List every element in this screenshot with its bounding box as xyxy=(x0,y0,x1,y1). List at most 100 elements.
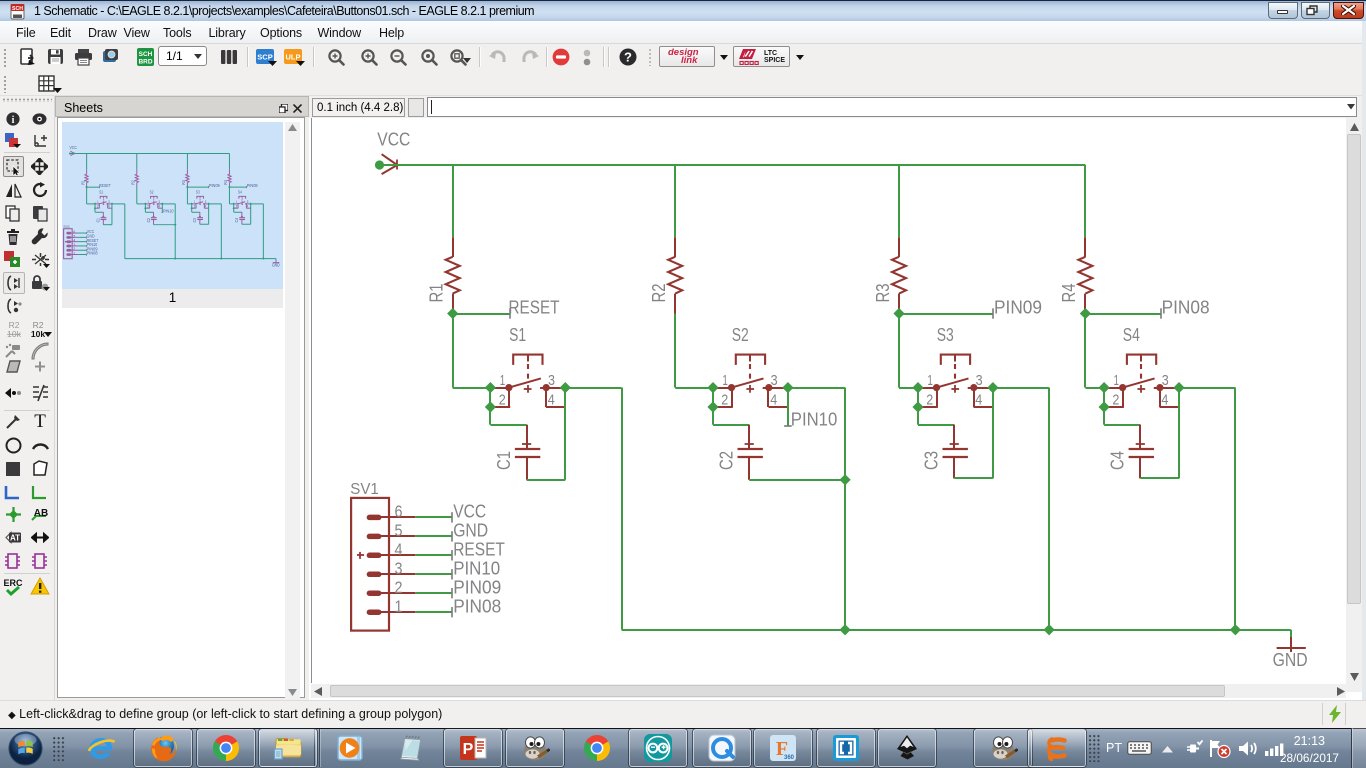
svg-text:R3: R3 xyxy=(872,284,893,303)
svg-text:2: 2 xyxy=(395,578,403,597)
svg-text:R4: R4 xyxy=(223,179,228,184)
svg-text:VCC: VCC xyxy=(377,128,410,149)
svg-text:S1: S1 xyxy=(99,189,103,194)
svg-text:C4: C4 xyxy=(234,217,239,222)
svg-text:R1: R1 xyxy=(80,179,85,184)
svg-text:3: 3 xyxy=(1162,373,1169,389)
svg-text:S1: S1 xyxy=(509,324,526,345)
svg-text:PIN08: PIN08 xyxy=(453,596,501,617)
svg-text:6: 6 xyxy=(73,230,75,234)
svg-text:PIN10: PIN10 xyxy=(791,408,838,429)
svg-text:5: 5 xyxy=(73,234,75,238)
svg-text:PIN10: PIN10 xyxy=(163,208,174,213)
svg-text:4: 4 xyxy=(108,204,110,208)
svg-text:4: 4 xyxy=(1161,392,1168,408)
svg-text:SV1: SV1 xyxy=(63,224,69,228)
svg-text:RESET: RESET xyxy=(99,183,111,188)
svg-text:GND: GND xyxy=(272,262,280,267)
svg-text:2: 2 xyxy=(194,204,196,208)
svg-text:PIN10: PIN10 xyxy=(87,242,98,247)
svg-text:S3: S3 xyxy=(937,324,954,345)
svg-text:SCP: SCP xyxy=(257,53,272,62)
svg-text:S4: S4 xyxy=(1123,324,1140,345)
svg-text:PIN08: PIN08 xyxy=(87,250,98,255)
svg-text:T: T xyxy=(34,411,46,429)
svg-text:2: 2 xyxy=(73,247,75,251)
svg-text:4: 4 xyxy=(247,204,249,208)
svg-text:1: 1 xyxy=(927,373,933,389)
svg-text:1: 1 xyxy=(148,200,149,204)
svg-text:AB: AB xyxy=(34,508,48,519)
svg-text:1: 1 xyxy=(236,200,237,204)
svg-text:1: 1 xyxy=(97,200,98,204)
svg-text:1: 1 xyxy=(1114,373,1120,389)
svg-text:?: ? xyxy=(624,50,632,65)
svg-text:SCH: SCH xyxy=(12,6,23,12)
svg-text:AT: AT xyxy=(10,534,20,543)
svg-text:S4: S4 xyxy=(238,189,242,194)
svg-text:GND: GND xyxy=(453,520,488,541)
svg-text:S3: S3 xyxy=(196,189,200,194)
svg-text:R3: R3 xyxy=(181,179,186,184)
svg-text:C2: C2 xyxy=(716,451,737,470)
svg-text:2: 2 xyxy=(926,392,933,408)
svg-text:GND: GND xyxy=(1273,649,1308,670)
svg-text:1: 1 xyxy=(395,597,403,616)
svg-text:4: 4 xyxy=(770,392,777,408)
svg-text:3: 3 xyxy=(395,559,403,578)
svg-text:R2: R2 xyxy=(648,284,669,303)
svg-text:3: 3 xyxy=(108,200,110,204)
svg-text:4: 4 xyxy=(975,392,982,408)
svg-text:10k: 10k xyxy=(31,329,45,338)
svg-text:BRD: BRD xyxy=(138,59,152,66)
svg-text:P: P xyxy=(463,741,474,758)
svg-text:PIN09: PIN09 xyxy=(994,296,1042,317)
svg-text:4: 4 xyxy=(395,540,403,559)
svg-text:ERC: ERC xyxy=(3,578,23,588)
svg-text:RESET: RESET xyxy=(509,296,560,317)
svg-text:1: 1 xyxy=(722,373,728,389)
svg-text:1: 1 xyxy=(194,200,195,204)
svg-text:PIN09: PIN09 xyxy=(209,183,220,188)
svg-text:C3: C3 xyxy=(921,451,942,470)
svg-text:2: 2 xyxy=(721,392,728,408)
svg-text:1: 1 xyxy=(500,373,506,389)
svg-text:3: 3 xyxy=(247,200,249,204)
svg-text:GND: GND xyxy=(87,233,95,238)
svg-text:C1: C1 xyxy=(493,451,514,470)
svg-text:10k: 10k xyxy=(7,329,21,338)
svg-text:4: 4 xyxy=(205,204,207,208)
svg-text:1: 1 xyxy=(73,251,75,255)
svg-text:i: i xyxy=(12,115,15,126)
svg-text:PIN10: PIN10 xyxy=(453,558,500,579)
svg-text:4: 4 xyxy=(158,204,160,208)
svg-text:2: 2 xyxy=(147,204,149,208)
svg-text:SCH: SCH xyxy=(139,51,153,58)
svg-text:RESET: RESET xyxy=(87,237,99,242)
svg-text:VCC: VCC xyxy=(70,145,77,150)
svg-text:3: 3 xyxy=(158,200,160,204)
svg-text:S2: S2 xyxy=(150,189,154,194)
svg-text:2: 2 xyxy=(236,204,238,208)
svg-text:C2: C2 xyxy=(146,217,151,222)
svg-text:VCC: VCC xyxy=(87,229,94,234)
svg-text:2: 2 xyxy=(499,392,506,408)
svg-text:4: 4 xyxy=(548,392,555,408)
svg-text:C1: C1 xyxy=(95,217,100,222)
svg-text:2: 2 xyxy=(97,204,99,208)
svg-text:PIN08: PIN08 xyxy=(1162,296,1210,317)
svg-text:C3: C3 xyxy=(192,217,197,222)
svg-text:3: 3 xyxy=(771,373,778,389)
svg-text:S2: S2 xyxy=(732,324,749,345)
svg-text:3: 3 xyxy=(73,242,75,246)
svg-text:2: 2 xyxy=(1112,392,1119,408)
svg-text:5: 5 xyxy=(395,521,403,540)
svg-text:SV1: SV1 xyxy=(350,481,379,498)
svg-text:3: 3 xyxy=(976,373,983,389)
svg-text:PIN09: PIN09 xyxy=(453,577,501,598)
svg-text:360: 360 xyxy=(784,755,795,761)
svg-text:PIN08: PIN08 xyxy=(247,183,258,188)
svg-text:ULP: ULP xyxy=(286,53,301,62)
svg-text:R4: R4 xyxy=(1058,284,1079,303)
svg-text:RESET: RESET xyxy=(453,539,505,560)
